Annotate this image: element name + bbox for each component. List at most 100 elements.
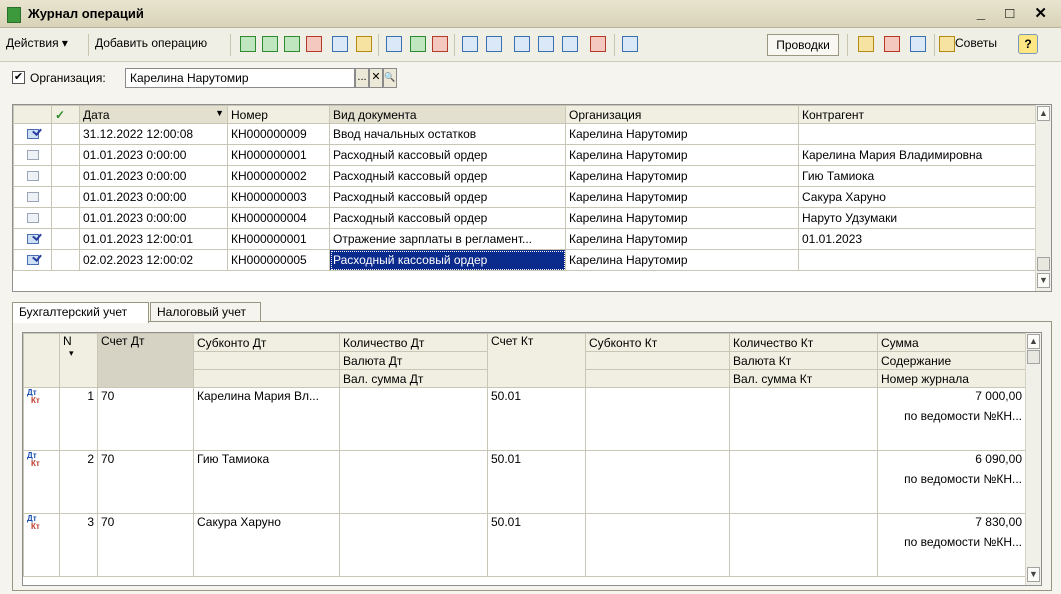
- toolbar-separator: [378, 34, 379, 56]
- scroll-up-icon[interactable]: ▲: [1037, 106, 1050, 121]
- cursum-dt-column-header[interactable]: Вал. сумма Дт: [339, 369, 488, 388]
- find-icon[interactable]: [356, 36, 372, 52]
- goto-icon[interactable]: [386, 36, 402, 52]
- icon-column-header[interactable]: [23, 333, 60, 388]
- table-row[interactable]: 01.01.2023 0:00:00 КН000000002 Расходный к…: [13, 165, 1036, 187]
- date-column-header[interactable]: Дата ▼: [79, 105, 228, 124]
- delete-icon[interactable]: [306, 36, 322, 52]
- cursum-kt-column-header[interactable]: Вал. сумма Кт: [729, 369, 878, 388]
- refresh-icon[interactable]: [858, 36, 874, 52]
- scroll-thumb[interactable]: [1037, 257, 1050, 271]
- filter-by-value-icon[interactable]: [538, 36, 554, 52]
- entries-scrollbar[interactable]: ▲ ▼: [1025, 333, 1041, 585]
- tips-icon[interactable]: [939, 36, 955, 52]
- table-row[interactable]: Дт Кт 2 70 Гию Тамиока 50.01 6 090,00 по в…: [23, 450, 1026, 514]
- cur-kt-column-header[interactable]: Валюта Кт: [729, 351, 878, 370]
- window-controls[interactable]: _ □ ✕: [977, 4, 1055, 22]
- journal-icon: [7, 7, 21, 23]
- sort-desc-icon: ▼: [215, 107, 224, 118]
- acc-dt-column-header[interactable]: Счет Дт: [97, 333, 194, 388]
- edit-icon[interactable]: [284, 36, 300, 52]
- help-icon[interactable]: ?: [1018, 34, 1038, 54]
- table-row[interactable]: 01.01.2023 12:00:01 КН000000001 Отражение …: [13, 228, 1036, 250]
- counterparty-column-header[interactable]: Контрагент: [798, 105, 1036, 124]
- sum-column-header[interactable]: Сумма: [877, 333, 1026, 352]
- table-row[interactable]: 01.01.2023 0:00:00 КН000000004 Расходный к…: [13, 207, 1036, 229]
- cur-dt-column-header[interactable]: Валюта Дт: [339, 351, 488, 370]
- qty-kt-column-header[interactable]: Количество Кт: [729, 333, 878, 352]
- tab-tax[interactable]: Налоговый учет: [150, 302, 261, 322]
- tips-button[interactable]: Советы: [955, 36, 997, 50]
- add-operation-button[interactable]: Добавить операцию: [95, 36, 207, 50]
- tab-accounting[interactable]: Бухгалтерский учет: [12, 302, 149, 323]
- subconto-kt-3-header: [585, 369, 730, 388]
- clear-button[interactable]: ✕: [369, 68, 383, 88]
- subconto-dt-3-header: [193, 369, 340, 388]
- subconto-kt-2-header: [585, 351, 730, 370]
- copy-icon[interactable]: [262, 36, 278, 52]
- table-row[interactable]: 31.12.2022 12:00:08 КН000000009 Ввод начал…: [13, 123, 1036, 145]
- clear-filter-icon[interactable]: [590, 36, 606, 52]
- journal-no-column-header[interactable]: Номер журнала: [877, 369, 1026, 388]
- document-icon: [26, 192, 39, 202]
- entries-panel: N ▾ Счет Дт Субконто Дт Количество Дт Сче…: [12, 321, 1052, 591]
- organization-label: Организация:: [30, 71, 106, 85]
- toolbar: Действия ▾ Добавить операцию Проводки Со…: [0, 28, 1061, 62]
- set-interval-icon[interactable]: [332, 36, 348, 52]
- document-icon: [26, 150, 39, 160]
- add-icon[interactable]: [240, 36, 256, 52]
- organization-input[interactable]: Карелина Нарутомир: [125, 68, 355, 88]
- window-title: Журнал операций: [28, 6, 144, 21]
- report-icon[interactable]: [910, 36, 926, 52]
- icon-column-header[interactable]: [13, 105, 52, 124]
- post-document-icon[interactable]: [410, 36, 426, 52]
- filter-history-icon[interactable]: [562, 36, 578, 52]
- scroll-up-icon[interactable]: ▲: [1027, 334, 1040, 349]
- dt-kt-icon: Дт Кт: [27, 451, 40, 468]
- dt-kt-icon: Дт Кт: [27, 514, 40, 531]
- organization-checkbox[interactable]: ✔: [12, 71, 25, 84]
- entries-table[interactable]: N ▾ Счет Дт Субконто Дт Количество Дт Сче…: [22, 332, 1042, 586]
- print-icon[interactable]: [622, 36, 638, 52]
- table-row[interactable]: Дт Кт 3 70 Сакура Харуно 50.01 7 830,00 по…: [23, 513, 1026, 577]
- posted-status-icon: ✓: [55, 107, 66, 122]
- table-row[interactable]: 01.01.2023 0:00:00 КН000000003 Расходный к…: [13, 186, 1036, 208]
- list-icon[interactable]: [486, 36, 502, 52]
- doctype-column-header[interactable]: Вид документа: [329, 105, 566, 124]
- window-titlebar: Журнал операций _ □ ✕: [0, 0, 1061, 28]
- toolbar-separator: [934, 34, 935, 56]
- document-icon: [26, 213, 39, 223]
- search-icon[interactable]: 🔍: [383, 68, 397, 88]
- actions-menu-button[interactable]: Действия ▾: [6, 36, 68, 50]
- unpost-document-icon[interactable]: [432, 36, 448, 52]
- provodki-button[interactable]: Проводки: [767, 34, 839, 56]
- n-column-header[interactable]: N ▾: [59, 333, 98, 388]
- journal-scrollbar[interactable]: ▲ ▼: [1035, 105, 1051, 291]
- qty-dt-column-header[interactable]: Количество Дт: [339, 333, 488, 352]
- table-row[interactable]: 01.01.2023 0:00:00 КН000000001 Расходный к…: [13, 144, 1036, 166]
- scroll-down-icon[interactable]: ▼: [1027, 567, 1040, 582]
- select-button[interactable]: ...: [355, 68, 369, 88]
- subconto-kt-column-header[interactable]: Субконто Кт: [585, 333, 730, 352]
- dt-kt-icon: Дт Кт: [27, 388, 40, 405]
- sort-icon: ▾: [69, 348, 74, 358]
- table-row-selected[interactable]: 02.02.2023 12:00:02 КН000000005 Расходный …: [13, 249, 1036, 271]
- toolbar-separator: [230, 34, 231, 56]
- document-icon: [26, 171, 39, 181]
- scroll-thumb[interactable]: [1027, 350, 1040, 364]
- toolbar-separator: [614, 34, 615, 56]
- dt-kt-icon[interactable]: [884, 36, 900, 52]
- subconto-dt-column-header[interactable]: Субконто Дт: [193, 333, 340, 352]
- number-column-header[interactable]: Номер: [227, 105, 330, 124]
- content-column-header[interactable]: Содержание: [877, 351, 1026, 370]
- structure-icon[interactable]: [462, 36, 478, 52]
- filter-icon[interactable]: [514, 36, 530, 52]
- toolbar-separator: [88, 34, 89, 56]
- table-row[interactable]: Дт Кт 1 70 Карелина Мария Вл... 50.01 7 0…: [23, 387, 1026, 451]
- acc-kt-column-header[interactable]: Счет Кт: [487, 333, 586, 388]
- post-status-column-header[interactable]: ✓: [51, 105, 80, 124]
- journal-table[interactable]: ✓ Дата ▼ Номер Вид документа Организация …: [12, 104, 1052, 292]
- toolbar-separator: [454, 34, 455, 56]
- scroll-down-icon[interactable]: ▼: [1037, 273, 1050, 288]
- organization-column-header[interactable]: Организация: [565, 105, 799, 124]
